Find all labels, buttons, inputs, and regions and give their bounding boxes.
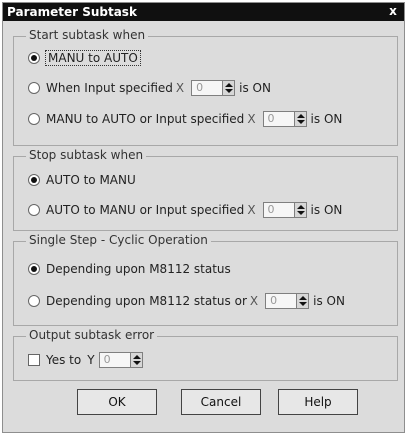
input-spinbox[interactable]: 0 <box>262 201 307 219</box>
spin-value[interactable]: 0 <box>98 352 131 368</box>
x-icon: X <box>175 81 185 95</box>
start-subtask-group: Start subtask when MANU to AUTO When Inp… <box>13 28 398 146</box>
x-icon: X <box>247 203 256 217</box>
single-step-group: Single Step - Cyclic Operation Depending… <box>13 233 398 326</box>
suffix-is-on: is ON <box>239 81 271 95</box>
input-spinbox[interactable]: 0 <box>262 110 307 128</box>
help-button[interactable]: Help <box>278 389 358 415</box>
spin-arrows-icon[interactable] <box>223 80 236 96</box>
single-option-m8112[interactable]: Depending upon M8112 status <box>28 260 231 278</box>
spin-value[interactable]: 0 <box>265 293 298 309</box>
yes-to-checkbox[interactable] <box>28 354 40 366</box>
close-icon[interactable]: x <box>386 5 400 18</box>
suffix-is-on: is ON <box>310 203 343 217</box>
output-yes-row[interactable]: Yes to Y 0 <box>28 351 147 369</box>
spin-value[interactable]: 0 <box>262 202 295 218</box>
stop-option-auto-or-input[interactable]: AUTO to MANU or Input specified X 0 is O… <box>28 201 342 219</box>
start-option-manu-to-auto[interactable]: MANU to AUTO <box>28 49 141 67</box>
stop-option-auto-to-manu[interactable]: AUTO to MANU <box>28 171 136 189</box>
label-m8112: Depending upon M8112 status <box>46 262 231 276</box>
start-option-manu-or-input[interactable]: MANU to AUTO or Input specified X 0 is O… <box>28 110 342 128</box>
output-spinbox[interactable]: 0 <box>98 351 143 369</box>
spin-arrows-icon[interactable] <box>297 293 310 309</box>
spin-arrows-icon[interactable] <box>294 202 307 218</box>
radio-auto-to-manu[interactable] <box>28 174 40 186</box>
spin-value[interactable]: 0 <box>191 80 224 96</box>
dialog-title: Parameter Subtask <box>7 5 137 19</box>
label-manu-or-input: MANU to AUTO or Input specified <box>46 112 245 126</box>
radio-m8112-or[interactable] <box>28 295 40 307</box>
label-m8112-or: Depending upon M8112 status or <box>46 294 247 308</box>
radio-manu-or-input[interactable] <box>28 113 40 125</box>
label-auto-to-manu: AUTO to MANU <box>46 173 136 187</box>
input-spinbox[interactable]: 0 <box>265 292 310 310</box>
label-auto-or-input: AUTO to MANU or Input specified <box>46 203 245 217</box>
x-icon: X <box>247 112 256 126</box>
single-step-label: Single Step - Cyclic Operation <box>26 233 211 247</box>
radio-auto-or-input[interactable] <box>28 204 40 216</box>
start-subtask-label: Start subtask when <box>26 28 149 42</box>
output-error-group: Output subtask error Yes to Y 0 <box>13 328 398 381</box>
yes-to-label: Yes to <box>46 353 82 367</box>
radio-manu-to-auto[interactable] <box>28 52 40 64</box>
title-bar: Parameter Subtask x <box>3 3 404 21</box>
label-input-specified: When Input specified <box>46 81 173 95</box>
spin-arrows-icon[interactable] <box>294 111 307 127</box>
start-option-input-specified[interactable]: When Input specified X 0 is ON <box>28 79 271 97</box>
single-option-m8112-or[interactable]: Depending upon M8112 status or X 0 is ON <box>28 292 345 310</box>
suffix-is-on: is ON <box>313 294 345 308</box>
spin-arrows-icon[interactable] <box>130 352 143 368</box>
cancel-button[interactable]: Cancel <box>181 389 261 415</box>
y-label: Y <box>87 353 95 367</box>
stop-subtask-label: Stop subtask when <box>26 148 147 162</box>
output-error-label: Output subtask error <box>26 328 158 342</box>
spin-value[interactable]: 0 <box>262 111 295 127</box>
input-spinbox[interactable]: 0 <box>191 79 236 97</box>
radio-m8112[interactable] <box>28 263 40 275</box>
radio-input-specified[interactable] <box>28 82 40 94</box>
suffix-is-on: is ON <box>310 112 343 126</box>
stop-subtask-group: Stop subtask when AUTO to MANU AUTO to M… <box>13 148 398 231</box>
x-icon: X <box>249 294 259 308</box>
label-manu-to-auto: MANU to AUTO <box>45 50 141 66</box>
parameter-subtask-dialog: Parameter Subtask x Start subtask when M… <box>2 2 405 433</box>
ok-button[interactable]: OK <box>77 389 157 415</box>
